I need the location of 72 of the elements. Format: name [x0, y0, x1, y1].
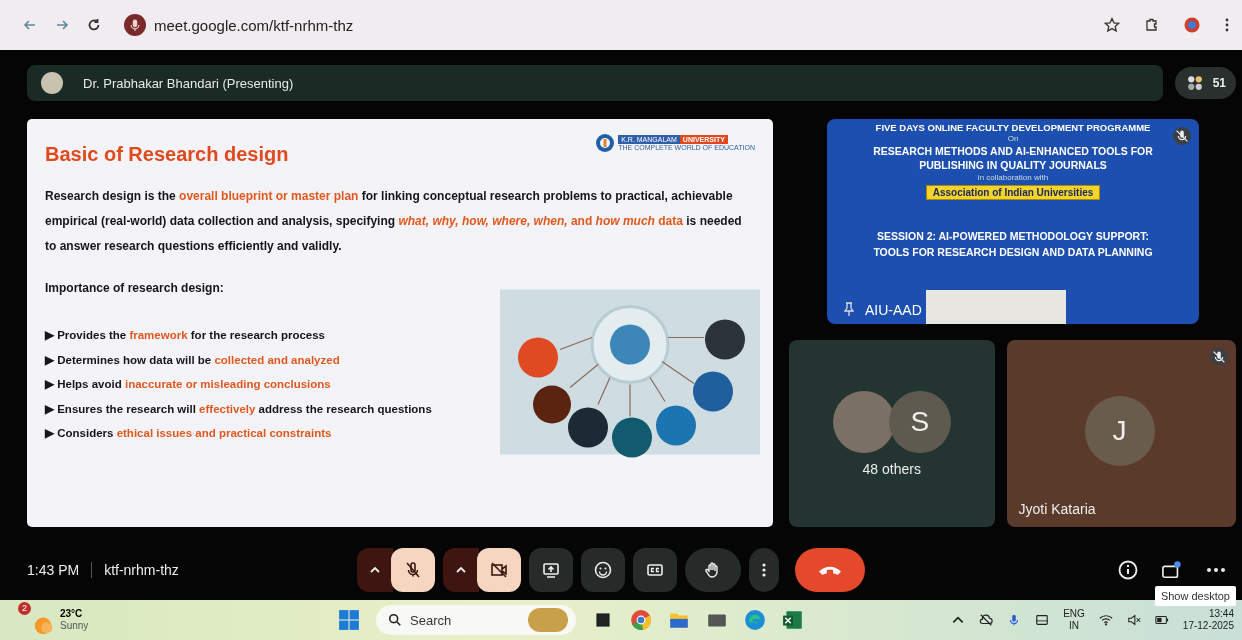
star-icon[interactable] — [1104, 17, 1120, 33]
edge-browser-icon[interactable] — [744, 609, 766, 631]
options-button[interactable] — [357, 548, 393, 592]
presenter-title: Dr. Prabhakar Bhandari (Presenting) — [83, 75, 294, 91]
slide-paragraph: Research design is the overall blueprint or master plan for linking conceptual research problems to practical, achievable empirical (real-world) data collection and analysis, specifying what, why, how, where, when, and how much data is needed to answer research questions efficiently and validly. — [45, 188, 743, 255]
hang-up-icon — [819, 565, 841, 575]
microphone-button[interactable] — [391, 548, 435, 592]
participants-button[interactable]: 51 — [1174, 67, 1236, 99]
present-screen-icon — [541, 560, 561, 580]
avatar-initial: S — [888, 390, 951, 453]
raise-hand-button[interactable] — [685, 548, 741, 592]
clock-date[interactable]: 17-12-2025 — [1182, 620, 1234, 632]
search-icon — [388, 613, 402, 627]
options-button[interactable] — [443, 548, 479, 592]
reactions-button[interactable] — [581, 548, 625, 592]
banner-heading: FIVE DAYS ONLINE FACULTY DEVELOPMENT PROGRAMME — [875, 122, 1151, 133]
slide-title: Basic of Research design — [45, 143, 289, 166]
windows-start-icon[interactable] — [338, 609, 360, 631]
temperature: 23°C — [60, 608, 84, 620]
extensions-icon[interactable] — [1144, 17, 1160, 33]
partner-label: Association of Indian Universities — [925, 185, 1101, 200]
bullet-item: ▶ Ensures the research will effectively address the research questions — [45, 401, 432, 417]
banner-on: On — [1007, 134, 1019, 143]
tile-name: AIU-AAD — [865, 302, 922, 318]
present-button[interactable] — [529, 548, 573, 592]
banner-title: RESEARCH METHODS AND AI-ENHANCED TOOLS FOR PUBLISHING IN QUALITY JOURNALS — [872, 144, 1154, 172]
avatar-initial: J — [1084, 396, 1155, 466]
search-field[interactable]: Search — [376, 605, 576, 635]
cloud-off-icon[interactable] — [979, 613, 994, 627]
session-title: SESSION 2: AI-POWERED METHODOLOGY SUPPORT: TOOLS FOR RESEARCH DESIGN AND DATA PLANNING — [872, 229, 1154, 260]
bullet-item: ▶ Helps avoid inaccurate or misleading conclusions — [45, 377, 332, 392]
url-text[interactable]: meet.google.com/ktf-nrhm-thz — [154, 16, 354, 34]
info-icon[interactable] — [1118, 560, 1138, 580]
spreadsheet-icon[interactable] — [782, 609, 804, 631]
reload-icon[interactable] — [86, 17, 102, 33]
weather-condition: Sunny — [60, 620, 89, 632]
banner-collab: in collaboration with — [977, 173, 1049, 182]
meeting-time: 1:43 PM — [27, 562, 80, 578]
captions-button[interactable] — [633, 548, 677, 592]
region-label[interactable]: IN — [1069, 620, 1079, 632]
bullet-item: ▶ Determines how data will be collected and analyzed — [45, 352, 341, 368]
participant-name: Jyoti Kataria — [1018, 501, 1096, 517]
meeting-code: ktf-nrhm-thz — [104, 562, 179, 578]
menu-icon[interactable] — [1224, 17, 1230, 33]
more-options-button[interactable] — [749, 548, 779, 592]
wifi-icon[interactable] — [1098, 613, 1113, 627]
university-emblem-icon — [595, 133, 616, 153]
chat-icon[interactable] — [1162, 560, 1182, 580]
slide-subheading: Importance of research design: — [45, 281, 225, 295]
pin-icon[interactable] — [843, 302, 855, 316]
bullet-item: ▶ Considers ethical issues and practical constraints — [45, 426, 333, 441]
display-icon[interactable] — [1035, 613, 1050, 627]
microphone-off-icon — [403, 560, 423, 580]
presenter-avatar — [41, 72, 63, 94]
camera-button[interactable] — [477, 548, 521, 592]
notification-badge: 2 — [18, 602, 31, 615]
emoji-icon — [593, 560, 613, 580]
tooltip: Show desktop — [1154, 586, 1236, 606]
camera-off-icon — [489, 560, 509, 580]
battery-icon[interactable] — [1154, 613, 1169, 627]
language-label[interactable]: ENG — [1063, 608, 1085, 620]
profile-avatar[interactable] — [1184, 17, 1200, 33]
clock-time[interactable]: 13:44 — [1208, 608, 1234, 620]
search-highlight-image — [528, 608, 568, 632]
speaker-muted-icon[interactable] — [1126, 613, 1141, 627]
microphone-icon[interactable] — [124, 14, 146, 36]
bullet-item: ▶ Provides the framework for the research process — [45, 328, 326, 343]
leave-call-button[interactable] — [795, 548, 865, 592]
browser-icon[interactable] — [630, 609, 652, 631]
participant-count: 51 — [1212, 76, 1226, 90]
participant-name: 48 others — [862, 460, 921, 477]
more-vertical-icon — [762, 563, 766, 577]
